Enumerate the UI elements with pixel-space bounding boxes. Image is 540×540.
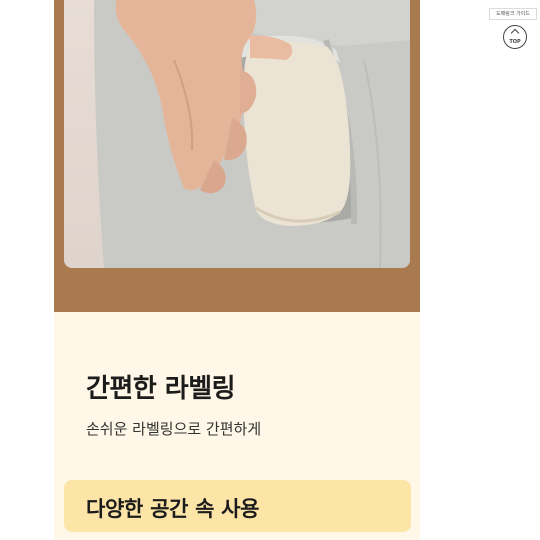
usage-banner-label: 다양한 공간 속 사용 [86,497,260,521]
product-photo-frame [54,0,420,312]
product-detail-panel: 간편한 라벨링 손쉬운 라벨링으로 간편하게 다양한 공간 속 사용 [54,0,420,540]
product-photo [64,0,410,268]
scroll-top-button[interactable]: TOP [503,25,527,49]
feature-title: 간편한 라벨링 [86,374,236,404]
guide-link[interactable]: 도매링크 가이드 [489,8,537,20]
top-button-label: TOP [509,39,521,45]
usage-banner: 다양한 공간 속 사용 [64,480,411,532]
chevron-up-icon [510,28,520,38]
feature-description: 손쉬운 라벨링으로 간편하게 [86,420,262,438]
